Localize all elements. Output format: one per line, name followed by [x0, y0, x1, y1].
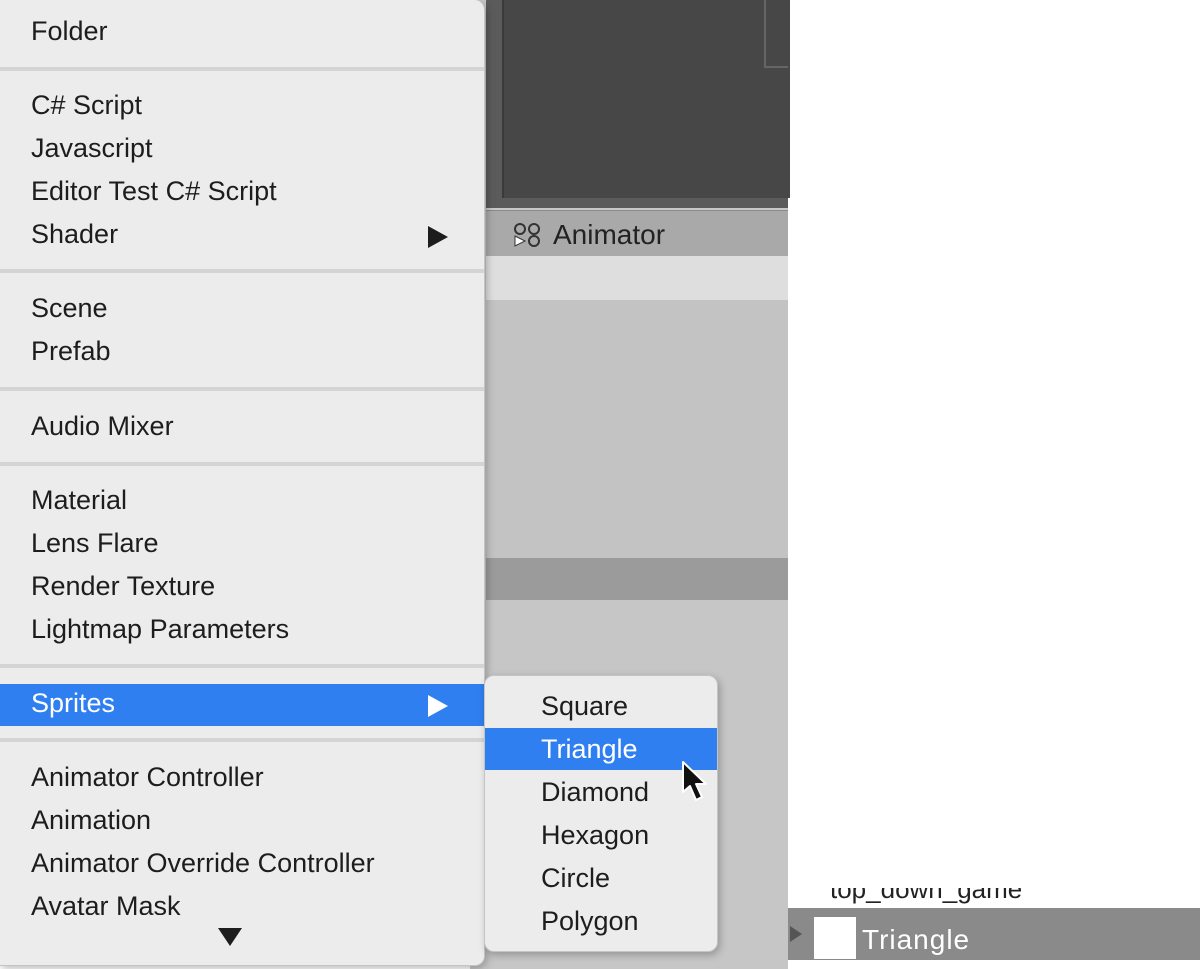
sprites-submenu: Square Triangle Diamond Hexagon Circle P… [484, 675, 718, 952]
tab-animator-label: Animator [553, 219, 666, 250]
submenu-item-label: Diamond [541, 777, 650, 807]
menu-separator [0, 462, 484, 466]
menu-item-material[interactable]: Material [0, 481, 484, 521]
menu-item-prefab[interactable]: Prefab [0, 332, 484, 372]
menu-item-render-texture[interactable]: Render Texture [0, 567, 484, 607]
menu-separator [0, 269, 484, 273]
panel-toolbar [486, 256, 788, 300]
create-context-menu: Folder C# Script Javascript Editor Test … [0, 0, 485, 966]
menu-item-shader[interactable]: Shader [0, 215, 484, 255]
menu-item-label: C# Script [31, 90, 143, 120]
submenu-item-hexagon[interactable]: Hexagon [485, 814, 717, 856]
panel-divider-bar [486, 558, 788, 600]
menu-item-label: Material [31, 485, 128, 515]
submenu-item-label: Square [541, 691, 629, 721]
menu-separator [0, 664, 484, 668]
menu-item-animator-controller[interactable]: Animator Controller [0, 758, 484, 798]
menu-item-audio-mixer[interactable]: Audio Mixer [0, 407, 484, 447]
animator-icon [514, 223, 540, 247]
scroll-down-arrow-icon[interactable] [218, 928, 242, 946]
menu-separator [0, 387, 484, 391]
menu-item-lightmap-parameters[interactable]: Lightmap Parameters [0, 610, 484, 650]
submenu-item-polygon[interactable]: Polygon [485, 900, 717, 942]
menu-item-label: Sprites [31, 688, 116, 718]
menu-item-label: Animation [31, 805, 152, 835]
menu-item-label: Folder [31, 16, 108, 46]
menu-separator [0, 738, 484, 742]
menu-item-label: Animator Override Controller [31, 848, 375, 878]
menu-item-label: Avatar Mask [31, 891, 181, 915]
menu-item-label: Prefab [31, 336, 111, 366]
menu-item-label: Lens Flare [31, 528, 159, 558]
menu-item-label: Editor Test C# Script [31, 176, 277, 206]
mouse-pointer-icon [682, 761, 707, 801]
sprite-thumbnail [814, 917, 856, 959]
menu-item-label: Render Texture [31, 571, 216, 601]
submenu-arrow-icon [428, 226, 448, 248]
hierarchy-partial-item[interactable]: top_down_game [826, 888, 1126, 908]
hierarchy-item-label: Triangle [862, 924, 971, 955]
menu-item-sprites[interactable]: Sprites [0, 684, 484, 726]
menu-item-avatar-mask[interactable]: Avatar Mask [0, 887, 484, 915]
scene-viewport [502, 0, 790, 198]
submenu-item-label: Triangle [541, 734, 638, 764]
triangle-right-icon[interactable] [790, 926, 802, 942]
menu-item-label: Shader [31, 219, 119, 249]
menu-item-folder[interactable]: Folder [0, 12, 484, 52]
menu-item-animator-override-controller[interactable]: Animator Override Controller [0, 844, 484, 884]
menu-separator [0, 67, 484, 71]
menu-item-csharp-script[interactable]: C# Script [0, 86, 484, 126]
menu-item-label: Lightmap Parameters [31, 614, 290, 644]
hierarchy-partial-label: top_down_game [830, 888, 1023, 904]
menu-item-scene[interactable]: Scene [0, 289, 484, 329]
panel-body [486, 300, 788, 558]
menu-item-lens-flare[interactable]: Lens Flare [0, 524, 484, 564]
submenu-item-label: Polygon [541, 906, 639, 936]
submenu-arrow-icon [428, 695, 448, 717]
menu-item-label: Javascript [31, 133, 153, 163]
submenu-item-square[interactable]: Square [485, 685, 717, 727]
menu-item-label: Scene [31, 293, 108, 323]
menu-item-label: Audio Mixer [31, 411, 174, 441]
submenu-item-label: Circle [541, 863, 611, 893]
scene-gizmo-frame [764, 0, 788, 68]
menu-item-javascript[interactable]: Javascript [0, 129, 484, 169]
menu-item-editor-test-script[interactable]: Editor Test C# Script [0, 172, 484, 212]
menu-item-label: Animator Controller [31, 762, 264, 792]
menu-item-animation[interactable]: Animation [0, 801, 484, 841]
submenu-item-circle[interactable]: Circle [485, 857, 717, 899]
submenu-item-label: Hexagon [541, 820, 650, 850]
